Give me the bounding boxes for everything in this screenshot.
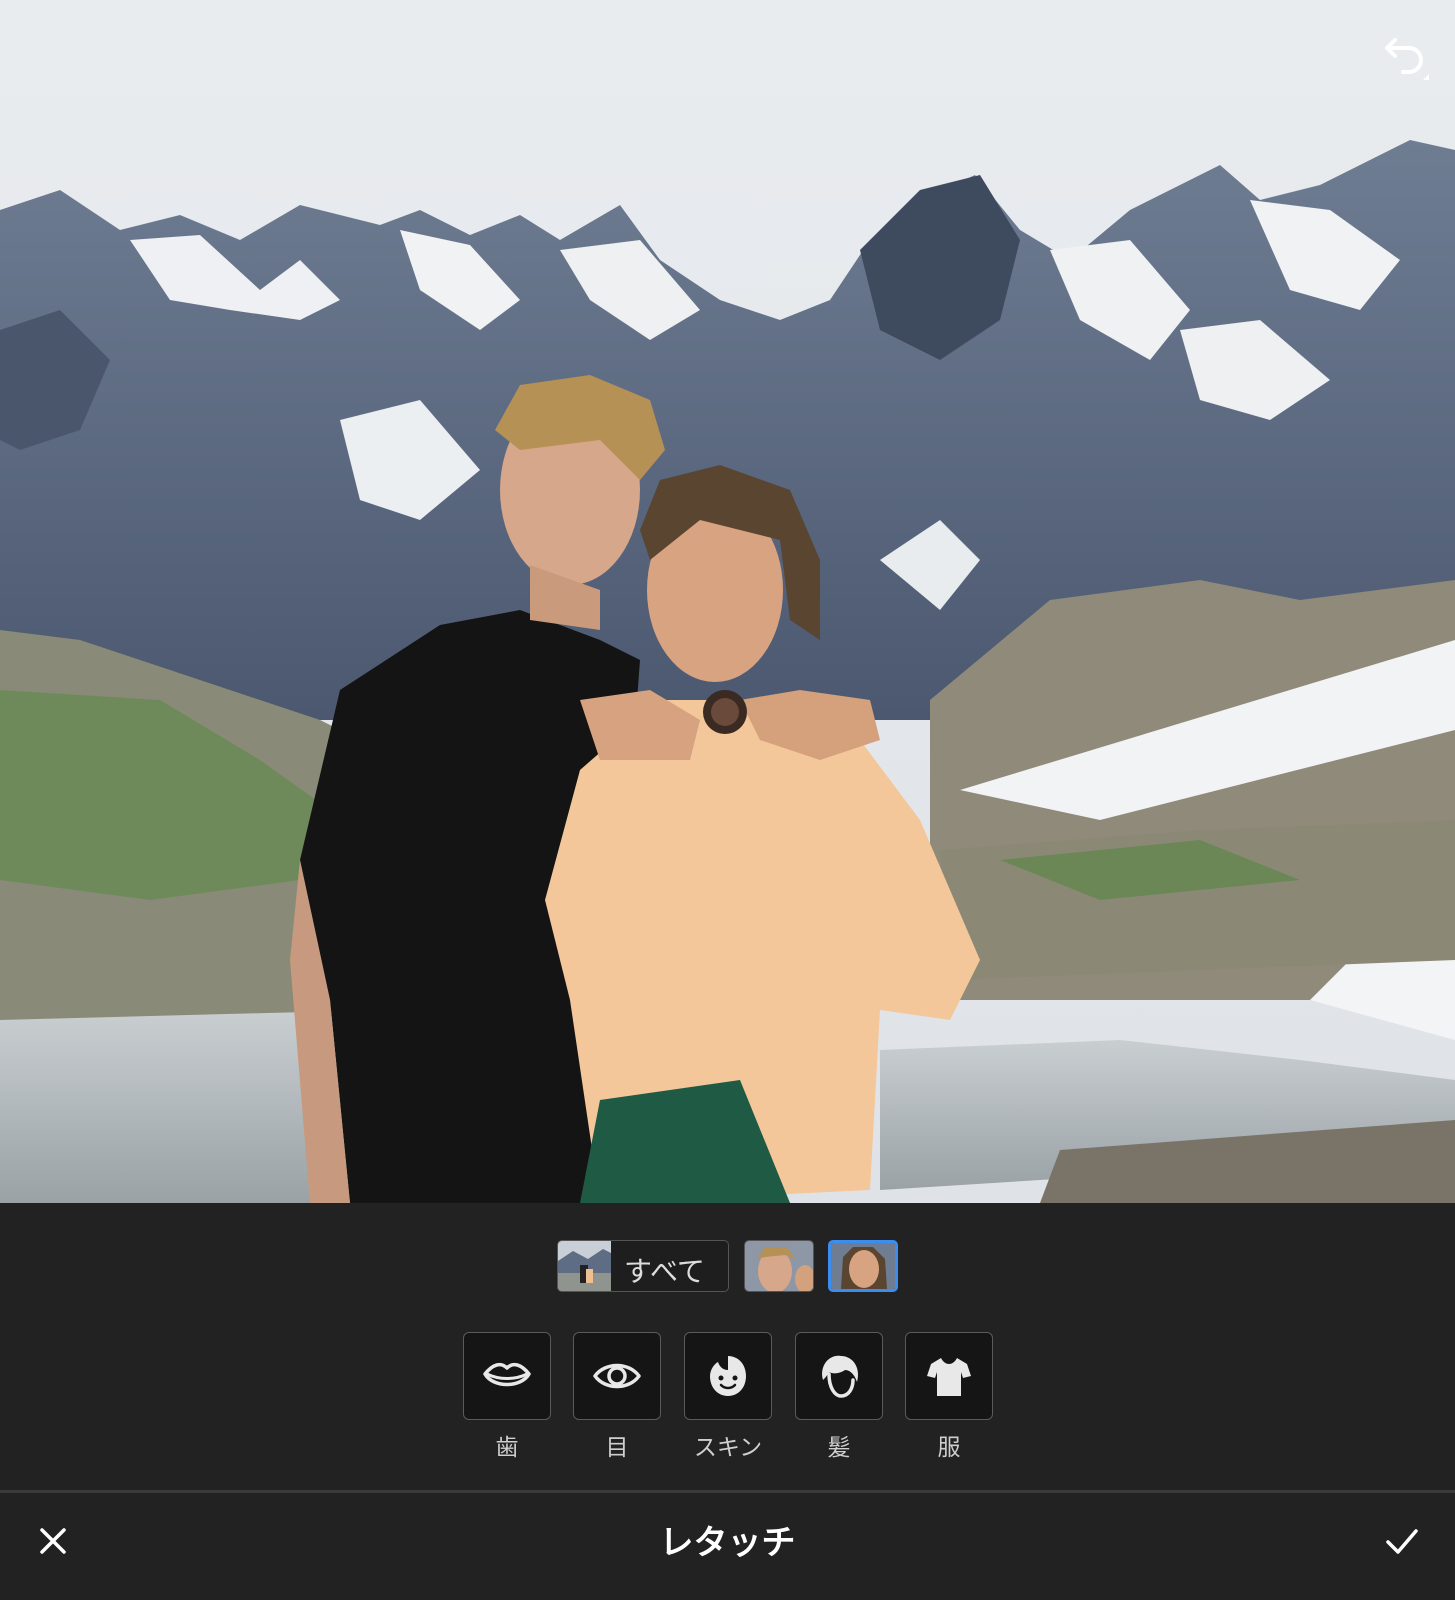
- tool-label: 目: [605, 1435, 629, 1461]
- eye-icon: [593, 1363, 641, 1389]
- face-skin-icon: [710, 1356, 746, 1396]
- tool-hair[interactable]: 髪: [795, 1332, 883, 1462]
- check-icon: [1386, 1529, 1418, 1554]
- face-thumbnail-woman[interactable]: [828, 1240, 898, 1292]
- face-thumbnail-man[interactable]: [744, 1240, 814, 1292]
- face-selector: すべて: [0, 1240, 1455, 1294]
- tool-teeth[interactable]: 歯: [463, 1332, 551, 1462]
- tool-eyes[interactable]: 目: [573, 1332, 661, 1462]
- bottom-bar: レタッチ: [0, 1493, 1455, 1600]
- man-face-image: [745, 1241, 813, 1291]
- photo-image: [0, 0, 1455, 1203]
- tool-label: 服: [937, 1435, 961, 1461]
- shirt-icon: [927, 1358, 971, 1396]
- tool-skin[interactable]: スキン: [684, 1332, 772, 1462]
- undo-button[interactable]: [1373, 28, 1433, 88]
- confirm-button[interactable]: [1379, 1518, 1425, 1564]
- tool-label: 髪: [827, 1435, 851, 1461]
- all-faces-thumbnail: [558, 1241, 611, 1291]
- undo-icon: [1385, 38, 1429, 80]
- all-faces-label: すべて: [624, 1255, 705, 1288]
- tool-label: 歯: [495, 1435, 519, 1461]
- tool-label: スキン: [693, 1435, 763, 1461]
- all-faces-chip[interactable]: すべて: [557, 1240, 729, 1292]
- retouch-panel: すべて 歯 目 スキン 髪 服: [0, 1203, 1455, 1490]
- tool-clothes[interactable]: 服: [905, 1332, 993, 1462]
- page-title: レタッチ: [659, 1523, 796, 1563]
- hair-icon: [822, 1355, 859, 1398]
- woman-face-image: [831, 1243, 895, 1289]
- lips-icon: [483, 1362, 531, 1387]
- photo-canvas[interactable]: [0, 0, 1455, 1203]
